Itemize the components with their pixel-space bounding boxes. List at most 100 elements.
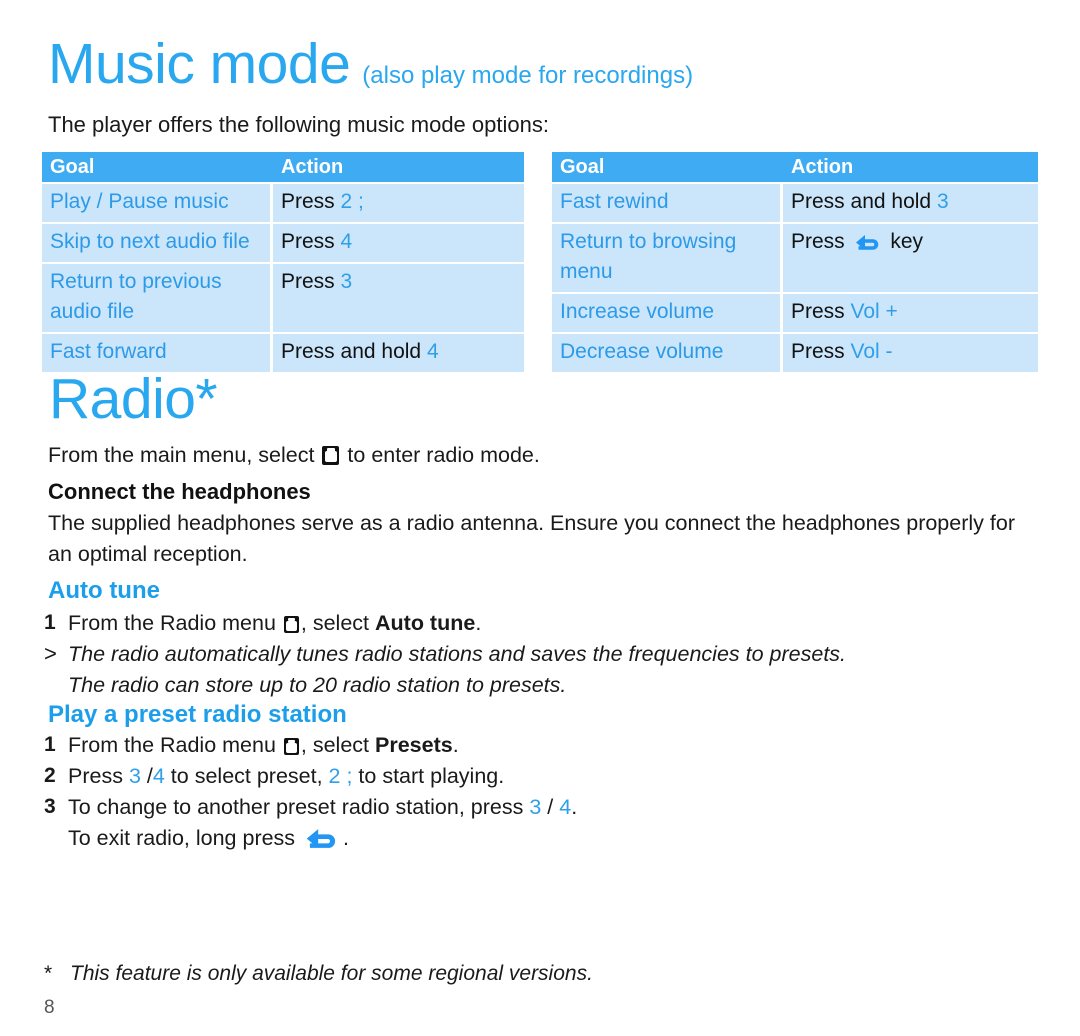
note-text: The radio automatically tunes radio stat…: [68, 642, 847, 666]
preset-steps: 1 From the Radio menu , select Presets. …: [44, 730, 1044, 854]
step-text-c: .: [571, 795, 578, 819]
column-header-action: Action: [791, 156, 854, 178]
action-prefix: Press: [791, 300, 851, 323]
action-key: 2 ;: [340, 190, 364, 213]
cell-goal: Decrease volume: [552, 334, 780, 372]
list-item: 1 From the Radio menu , select Auto tune…: [44, 608, 1044, 638]
key-play: 2 ;: [328, 764, 353, 788]
table-header-row: Goal Action: [552, 152, 1038, 182]
table-row: Fast rewind Press and hold 3: [552, 184, 1038, 222]
table-row: Skip to next audio file Press 4: [42, 224, 524, 262]
list-item: 2 Press 3 /4 to select preset, 2 ; to st…: [44, 761, 1044, 791]
key-prev: 3: [529, 795, 542, 819]
manual-page: Music mode (also play mode for recording…: [0, 0, 1080, 1036]
column-header-action: Action: [281, 156, 344, 178]
step-text-after-icon: , select: [300, 733, 375, 757]
step-text-bold: Presets: [375, 733, 453, 757]
action-prefix: Press: [281, 230, 341, 253]
back-arrow-icon: [854, 231, 882, 253]
cell-goal: Skip to next audio file: [42, 224, 270, 262]
step-text: To change to another preset radio statio…: [68, 792, 1044, 822]
back-arrow-icon: [304, 824, 340, 852]
action-key: Vol -: [850, 340, 893, 363]
action-key: 3: [936, 190, 949, 213]
radio-section-title: Radio*: [49, 367, 218, 431]
action-prefix: Press: [791, 230, 851, 253]
music-mode-table-right: Goal Action Fast rewind Press and hold 3…: [552, 152, 1038, 372]
preset-heading: Play a preset radio station: [48, 701, 347, 728]
step-text-a: To change to another preset radio statio…: [68, 795, 530, 819]
step-text-d: to start playing.: [352, 764, 505, 788]
step-text: From the Radio menu , select Auto tune.: [68, 608, 1044, 638]
radio-menu-icon: [283, 738, 299, 755]
page-title-row: Music mode (also play mode for recording…: [48, 34, 693, 94]
action-key: 4: [426, 340, 439, 363]
cell-action: Press 2 ;: [273, 184, 524, 222]
music-mode-table-left: Goal Action Play / Pause music Press 2 ;…: [42, 152, 524, 372]
key-next: 4: [559, 795, 572, 819]
table-row: Increase volume Press Vol +: [552, 294, 1038, 332]
action-prefix: Press: [281, 190, 341, 213]
footnote-text: This feature is only available for some …: [70, 962, 593, 985]
radio-enter-after: to enter radio mode.: [341, 443, 540, 467]
table-row: Return to previous audio file Press 3: [42, 264, 524, 332]
exit-radio-after: .: [343, 826, 350, 850]
cell-goal: Play / Pause music: [42, 184, 270, 222]
step-text-b: /: [140, 764, 153, 788]
step-text-bold: Auto tune: [375, 611, 476, 635]
table-row: Return to browsing menu Press key: [552, 224, 1038, 292]
step-text: To exit radio, long press .: [68, 823, 1044, 853]
key-next: 4: [152, 764, 165, 788]
step-marker: 2: [44, 764, 56, 787]
action-suffix: key: [884, 230, 924, 253]
action-prefix: Press: [281, 270, 341, 293]
radio-menu-icon: [283, 616, 299, 633]
cell-action: Press and hold 4: [273, 334, 524, 372]
list-item-note: > The radio automatically tunes radio st…: [44, 639, 1044, 669]
footnote-star: *: [44, 962, 53, 985]
list-item: 3 To change to another preset radio stat…: [44, 792, 1044, 822]
table-header-row: Goal Action: [42, 152, 524, 182]
column-header-goal: Goal: [560, 156, 605, 178]
step-marker: 1: [44, 733, 56, 756]
page-subtitle: (also play mode for recordings): [362, 62, 694, 89]
action-key: Vol +: [850, 300, 898, 323]
page-number: 8: [44, 997, 55, 1018]
cell-action: Press 3: [273, 264, 524, 332]
list-item-continued: 3 To exit radio, long press .: [44, 823, 1044, 853]
cell-goal: Increase volume: [552, 294, 780, 332]
exit-radio-before: To exit radio, long press: [68, 826, 302, 850]
cell-action: Press Vol -: [783, 334, 1038, 372]
step-text-end: .: [452, 733, 459, 757]
table-row: Decrease volume Press Vol -: [552, 334, 1038, 372]
key-prev: 3: [128, 764, 141, 788]
cell-goal: Return to browsing menu: [552, 224, 780, 292]
auto-tune-steps: 1 From the Radio menu , select Auto tune…: [44, 608, 1044, 701]
step-text-before: From the Radio menu: [68, 611, 282, 635]
step-text: Press 3 /4 to select preset, 2 ; to star…: [68, 761, 1044, 791]
connect-headphones-heading: Connect the headphones: [48, 479, 311, 504]
connect-headphones-body: The supplied headphones serve as a radio…: [48, 511, 1015, 566]
intro-text: The player offers the following music mo…: [48, 112, 549, 137]
step-marker: 1: [44, 611, 56, 634]
footnote: * This feature is only available for som…: [44, 960, 593, 988]
page-title: Music mode: [48, 32, 351, 96]
cell-action: Press 4: [273, 224, 524, 262]
step-text-after-icon: , select: [300, 611, 375, 635]
action-prefix: Press and hold: [281, 340, 427, 363]
auto-tune-heading: Auto tune: [48, 577, 160, 604]
action-prefix: Press: [791, 340, 851, 363]
step-text-c: to select preset,: [164, 764, 329, 788]
cell-goal: Return to previous audio file: [42, 264, 270, 332]
note-text: The radio can store up to 20 radio stati…: [68, 673, 567, 697]
cell-action: Press and hold 3: [783, 184, 1038, 222]
action-key: 4: [340, 230, 353, 253]
step-text-end: .: [475, 611, 482, 635]
column-header-goal: Goal: [50, 156, 95, 178]
list-item: 1 From the Radio menu , select Presets.: [44, 730, 1044, 760]
radio-enter-line: From the main menu, select to enter radi…: [48, 440, 540, 471]
step-marker: 3: [44, 795, 56, 818]
radio-menu-icon: [322, 446, 340, 465]
list-item-note-continued: > The radio can store up to 20 radio sta…: [44, 670, 1044, 700]
cell-action: Press key: [783, 224, 1038, 292]
